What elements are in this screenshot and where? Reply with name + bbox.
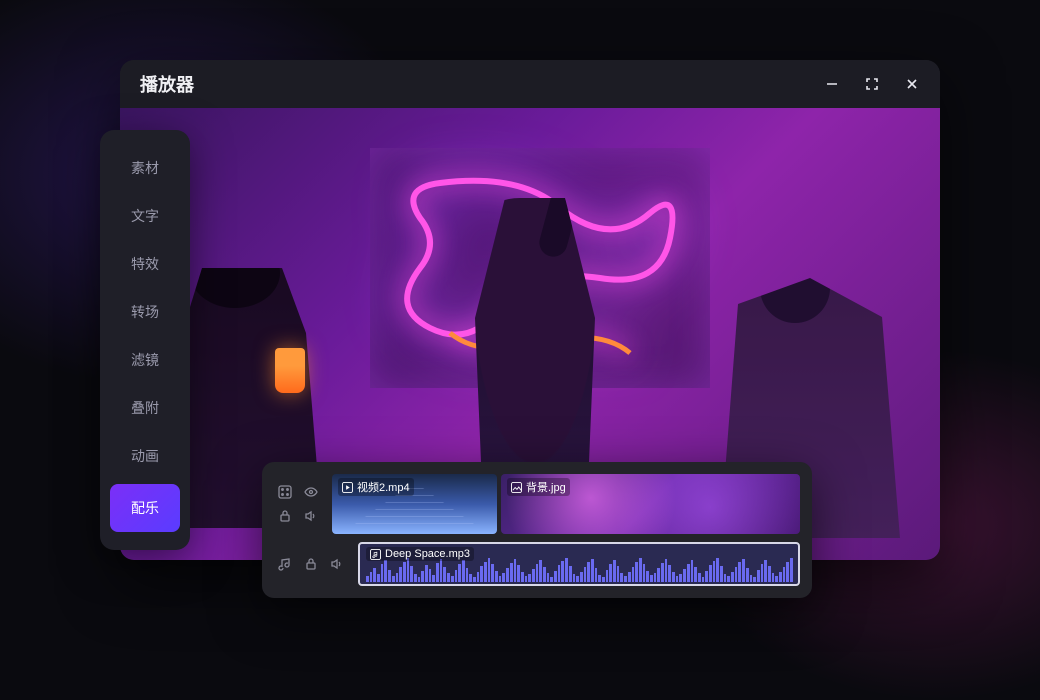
sidebar-item-filter[interactable]: 滤镜 — [100, 336, 190, 384]
grid-icon[interactable] — [276, 483, 294, 501]
speaker-icon[interactable] — [328, 555, 346, 573]
sidebar-item-effects[interactable]: 特效 — [100, 240, 190, 288]
sidebar-item-label: 滤镜 — [131, 350, 159, 370]
clip-label: Deep Space.mp3 — [385, 548, 470, 560]
clip-badge: 背景.jpg — [507, 478, 570, 496]
timeline-clip-image[interactable]: 背景.jpg — [501, 474, 800, 534]
music-note-icon[interactable] — [276, 555, 294, 573]
clip-label: 背景.jpg — [526, 479, 566, 495]
clip-label: 视频2.mp4 — [357, 479, 410, 495]
sidebar-item-text[interactable]: 文字 — [100, 192, 190, 240]
sidebar-item-label: 动画 — [131, 446, 159, 466]
lock-icon[interactable] — [276, 507, 294, 525]
sidebar-item-label: 文字 — [131, 206, 159, 226]
sidebar-item-overlay[interactable]: 叠附 — [100, 384, 190, 432]
music-file-icon — [370, 549, 381, 560]
video-track-row: 视频2.mp4 背景.jpg — [274, 474, 800, 534]
sidebar-item-label: 叠附 — [131, 398, 159, 418]
sidebar-item-label: 特效 — [131, 254, 159, 274]
timeline-clip-audio[interactable]: Deep Space.mp3 — [358, 542, 800, 586]
sidebar-item-label: 素材 — [131, 158, 159, 178]
lock-icon[interactable] — [302, 555, 320, 573]
sidebar-item-animation[interactable]: 动画 — [100, 432, 190, 480]
window-controls — [824, 76, 920, 92]
speaker-icon[interactable] — [302, 507, 320, 525]
image-icon — [511, 482, 522, 493]
video-clip-container: 视频2.mp4 背景.jpg — [332, 474, 800, 534]
sidebar-item-music[interactable]: 配乐 — [110, 484, 180, 532]
timeline-panel: 视频2.mp4 背景.jpg Deep Space.mp3 — [262, 462, 812, 598]
play-box-icon — [342, 482, 353, 493]
audio-track-controls — [274, 542, 348, 586]
sidebar-item-label: 转场 — [131, 302, 159, 322]
sidebar-item-label: 配乐 — [131, 498, 159, 518]
audio-track-row: Deep Space.mp3 — [274, 542, 800, 586]
sidebar-item-media[interactable]: 素材 — [100, 144, 190, 192]
eye-icon[interactable] — [302, 483, 320, 501]
window-title: 播放器 — [140, 71, 824, 97]
close-button[interactable] — [904, 76, 920, 92]
minimize-button[interactable] — [824, 76, 840, 92]
clip-badge: Deep Space.mp3 — [366, 547, 474, 561]
fullscreen-button[interactable] — [864, 76, 880, 92]
timeline-clip-video[interactable]: 视频2.mp4 — [332, 474, 497, 534]
clip-badge: 视频2.mp4 — [338, 478, 414, 496]
tool-sidebar: 素材 文字 特效 转场 滤镜 叠附 动画 配乐 — [100, 130, 190, 550]
video-track-controls — [274, 474, 322, 534]
title-bar: 播放器 — [120, 60, 940, 108]
sidebar-item-transition[interactable]: 转场 — [100, 288, 190, 336]
